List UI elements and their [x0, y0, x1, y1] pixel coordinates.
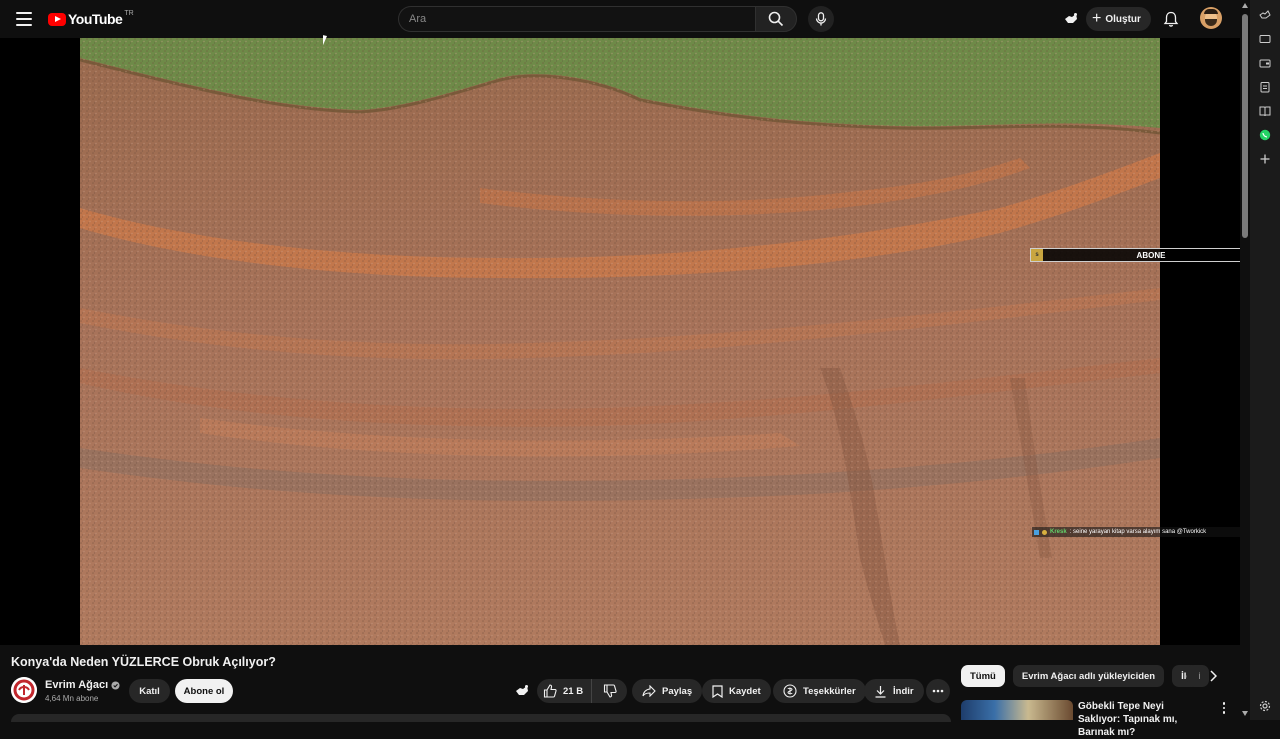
- join-button[interactable]: Katıl: [129, 679, 170, 703]
- chat-text: : seine yarayan kitap varsa alayım sana …: [1069, 529, 1207, 535]
- dot: [1222, 702, 1226, 705]
- plus-icon: +: [1092, 10, 1102, 27]
- thanks-button[interactable]: Teşekkürler: [773, 679, 866, 703]
- description-box[interactable]: [11, 714, 951, 722]
- chat-username: Kresk: [1050, 529, 1067, 535]
- notifications-button[interactable]: [1160, 8, 1182, 30]
- add-panel-button[interactable]: [1258, 152, 1272, 166]
- whatsapp-icon[interactable]: [1258, 128, 1272, 142]
- side-panel-ext-4[interactable]: [1258, 80, 1272, 94]
- menu-bar: [16, 18, 32, 20]
- scroll-down-arrow-icon[interactable]: [1242, 711, 1248, 716]
- evrim-agaci-logo-icon: [11, 677, 37, 703]
- save-label: Kaydet: [729, 685, 761, 697]
- thumbs-up-icon: [543, 684, 557, 698]
- verified-check-icon: [111, 680, 120, 690]
- create-label: Oluştur: [1105, 13, 1141, 25]
- masthead: YouTube TR + Oluştur: [0, 0, 1240, 38]
- video-title: Konya'da Neden YÜZLERCE Obruk Açılıyor?: [11, 655, 276, 669]
- download-label: İndir: [893, 685, 914, 697]
- video-frame[interactable]: [80, 38, 1160, 645]
- super-thanks-icon: [783, 684, 797, 698]
- search-input[interactable]: [409, 13, 755, 25]
- avatar-beard: [1205, 19, 1217, 26]
- recommendation-chips: Tümü Evrim Ağacı adlı yükleyiciden İlgil…: [961, 665, 1210, 687]
- ai-assist-button[interactable]: [1060, 8, 1082, 30]
- download-icon: [875, 685, 886, 698]
- scrollbar-thumb[interactable]: [1242, 14, 1248, 238]
- side-panel-settings[interactable]: [1258, 699, 1272, 713]
- clipboard-icon: [1260, 82, 1270, 93]
- save-button[interactable]: Kaydet: [702, 679, 771, 703]
- bookmark-icon: [712, 684, 723, 698]
- search-box: [398, 6, 755, 32]
- sparkle-icon: [1065, 13, 1077, 23]
- like-dislike-group: 21 B: [537, 679, 627, 703]
- search-icon: [768, 11, 784, 27]
- page-scrollbar[interactable]: [1240, 0, 1250, 720]
- whatsapp-logo-icon: [1259, 129, 1271, 141]
- guide-menu-button[interactable]: [12, 7, 36, 31]
- microphone-icon: [815, 12, 827, 26]
- wallet-icon: [1259, 59, 1271, 68]
- side-panel-ext-1[interactable]: [1258, 8, 1272, 22]
- chips-next-button[interactable]: [1203, 666, 1223, 686]
- chip-overflow: [1187, 665, 1199, 687]
- chip-from-uploader[interactable]: Evrim Ağacı adlı yükleyiciden: [1012, 665, 1165, 687]
- download-button[interactable]: İndir: [864, 679, 924, 703]
- share-arrow-icon: [642, 685, 656, 697]
- channel-name-link[interactable]: Evrim Ağacı: [45, 679, 120, 691]
- subscriber-count: 4,64 Mn abone: [45, 694, 99, 703]
- mouse-cursor-icon: [323, 35, 331, 47]
- chat-badge-icon: [1034, 529, 1039, 535]
- side-panel-ext-2[interactable]: [1258, 32, 1272, 46]
- recommendation-thumbnail[interactable]: [961, 700, 1073, 720]
- voice-search-button[interactable]: [808, 6, 834, 32]
- more-horizontal-icon: [932, 689, 944, 693]
- reading-list-icon: [1259, 106, 1271, 117]
- browser-side-panel: [1250, 0, 1280, 720]
- youtube-logo[interactable]: YouTube TR: [48, 10, 134, 28]
- youtube-play-icon: [48, 12, 66, 26]
- menu-bar: [16, 12, 32, 14]
- video-player[interactable]: s ABONE 16 Kresk : seine yarayan kitap v…: [0, 38, 1280, 645]
- side-panel-ext-5[interactable]: [1258, 104, 1272, 118]
- search-button[interactable]: [755, 6, 797, 32]
- share-button[interactable]: Paylaş: [632, 679, 703, 703]
- dot: [1222, 706, 1226, 710]
- recommendation-menu-button[interactable]: [1217, 700, 1231, 716]
- chat-badge-icon: [1042, 529, 1047, 535]
- logo-country-code: TR: [124, 9, 134, 17]
- scroll-up-arrow-icon[interactable]: [1242, 3, 1248, 8]
- subscribe-button[interactable]: Abone ol: [175, 679, 233, 703]
- ai-summary-button[interactable]: [510, 679, 534, 703]
- chevron-right-icon: [1210, 670, 1217, 682]
- sparkle-icon: [516, 685, 528, 695]
- menu-bar: [16, 24, 32, 26]
- dislike-button[interactable]: [592, 679, 627, 703]
- account-avatar[interactable]: [1200, 7, 1222, 29]
- video-image-cliff: [80, 38, 1160, 645]
- chip-all[interactable]: Tümü: [961, 665, 1005, 687]
- thanks-label: Teşekkürler: [803, 685, 856, 697]
- channel-avatar[interactable]: [11, 677, 37, 703]
- tv-icon: [1259, 35, 1271, 43]
- bell-icon: [1163, 11, 1179, 27]
- sparkle-icon: [1259, 10, 1271, 19]
- logo-text: YouTube: [68, 11, 123, 27]
- channel-name: Evrim Ağacı: [45, 679, 109, 691]
- more-actions-button[interactable]: [926, 679, 950, 703]
- like-button[interactable]: 21 B: [537, 679, 593, 703]
- gear-icon: [1259, 700, 1271, 712]
- like-count: 21 B: [563, 685, 584, 697]
- goal-label: ABONE: [1136, 250, 1166, 260]
- goal-badge-icon: s: [1031, 249, 1043, 261]
- thumbs-down-icon: [603, 684, 617, 698]
- plus-icon: [1260, 154, 1270, 164]
- side-panel-ext-3[interactable]: [1258, 56, 1272, 70]
- dot: [1222, 711, 1226, 714]
- share-label: Paylaş: [662, 685, 693, 697]
- avatar-hair: [1204, 9, 1218, 14]
- create-button[interactable]: + Oluştur: [1086, 7, 1151, 31]
